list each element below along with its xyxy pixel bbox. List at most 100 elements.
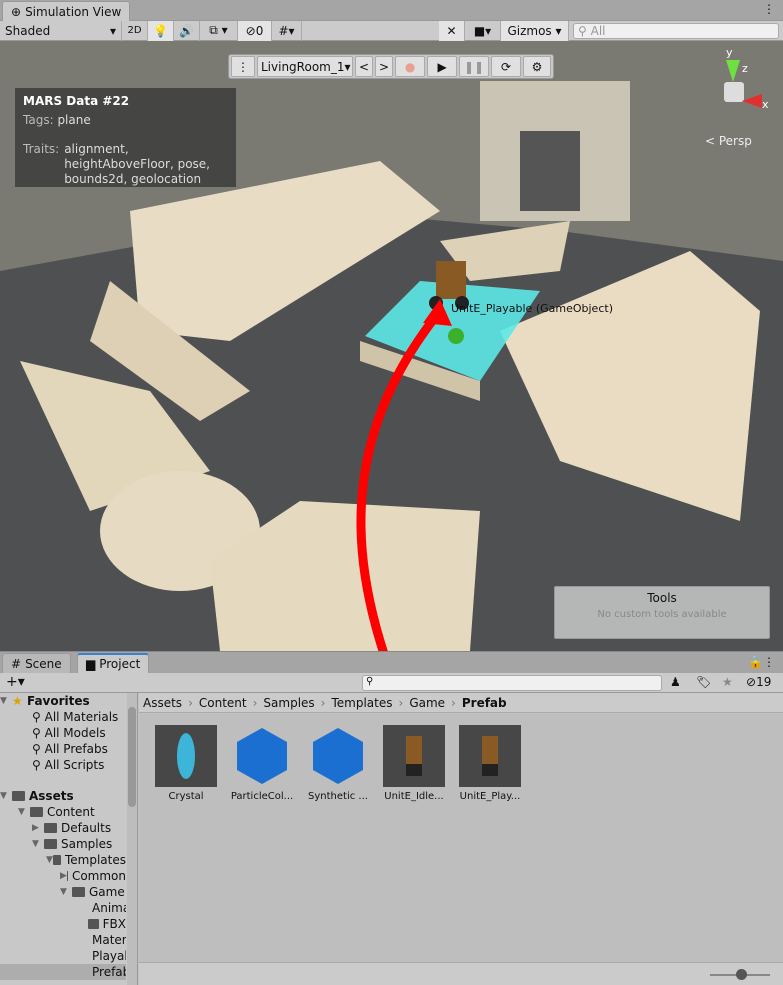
- asset-item[interactable]: UnitE_Play...: [452, 725, 528, 802]
- crystal-thumbnail: [155, 725, 217, 787]
- asset-item[interactable]: Synthetic ...: [300, 725, 376, 802]
- project-toolbar: +▾ ⚲ ♟ 🏷 ★ ⊘19: [0, 673, 783, 693]
- shading-mode-dropdown[interactable]: Shaded ▾: [0, 20, 122, 41]
- breadcrumb-item[interactable]: Assets: [143, 696, 182, 710]
- breadcrumb-item[interactable]: Prefab: [462, 696, 507, 710]
- tree-item[interactable]: Playables: [0, 948, 126, 964]
- slider-handle[interactable]: [736, 969, 747, 980]
- orientation-gizmo[interactable]: y z x: [700, 46, 770, 126]
- scene-search-input[interactable]: ⚲ All: [573, 22, 779, 39]
- folder-icon: [12, 791, 25, 801]
- folder-open-icon: [88, 919, 99, 929]
- overlay-menu-icon[interactable]: ⋮: [231, 56, 255, 77]
- audio-toggle-icon[interactable]: 🔊: [174, 20, 200, 41]
- search-icon: ⚲: [32, 742, 45, 756]
- tree-scrollbar[interactable]: [127, 693, 137, 985]
- search-icon: ⚲: [32, 758, 45, 772]
- pause-button[interactable]: ❚❚: [459, 56, 490, 77]
- hidden-packages-toggle[interactable]: ⊘19: [746, 675, 771, 689]
- tab-project[interactable]: ▆ Project: [77, 653, 150, 673]
- robot-thumbnail: [459, 725, 521, 787]
- previous-environment-button[interactable]: <: [354, 56, 374, 77]
- asset-item[interactable]: Crystal: [148, 725, 224, 802]
- star-icon: ★: [12, 694, 23, 708]
- more-menu-icon[interactable]: ⋮: [763, 2, 775, 16]
- effects-dropdown-icon[interactable]: ⧉ ▾: [200, 20, 238, 41]
- tree-item[interactable]: Materials: [0, 932, 126, 948]
- search-icon: ⚲: [366, 676, 374, 687]
- eye-slash-icon: ⊘: [245, 23, 256, 38]
- asset-grid: Crystal ParticleCol... Synthetic ... Uni…: [139, 714, 783, 962]
- grid-dropdown-icon[interactable]: #▾: [272, 20, 302, 41]
- next-environment-button[interactable]: >: [375, 56, 394, 77]
- search-icon: ⚲: [32, 726, 45, 740]
- search-icon: ⚲: [578, 23, 591, 38]
- tools-icon[interactable]: ✕: [439, 20, 465, 41]
- hidden-objects-toggle[interactable]: ⊘ 0: [238, 20, 272, 41]
- folder-icon: ▆: [86, 657, 96, 671]
- favorite-item[interactable]: ⚲ All Prefabs: [0, 741, 126, 757]
- 2d-toggle[interactable]: 2D: [122, 20, 148, 41]
- tree-item[interactable]: ▶ Common: [0, 868, 126, 884]
- environment-dropdown[interactable]: LivingRoom_1 ▾: [257, 56, 353, 77]
- favorite-item[interactable]: ⚲ All Scripts: [0, 757, 126, 773]
- tree-item[interactable]: ▼ Samples: [0, 836, 126, 852]
- camera-dropdown-icon[interactable]: ■▾: [465, 20, 501, 41]
- filter-label-icon[interactable]: 🏷: [696, 675, 711, 689]
- folder-open-icon: [72, 887, 85, 897]
- tree-item[interactable]: ▼ Game: [0, 884, 126, 900]
- breadcrumb: Assets › Content › Samples › Templates › Gam…: [139, 693, 783, 713]
- play-button[interactable]: ▶: [427, 56, 458, 77]
- favorite-star-icon[interactable]: ★: [722, 675, 733, 689]
- asset-item[interactable]: UnitE_Idle...: [376, 725, 452, 802]
- gizmos-dropdown[interactable]: Gizmos ▾: [501, 20, 569, 41]
- prefab-cube-icon: [231, 725, 293, 787]
- breadcrumb-item[interactable]: Samples: [263, 696, 314, 710]
- folder-open-icon: [53, 855, 61, 865]
- folder-open-icon: [44, 839, 57, 849]
- mars-data-panel: MARS Data #22 Tags: plane Traits: alignme…: [15, 88, 236, 187]
- prefab-cube-icon: [307, 725, 369, 787]
- lighting-toggle-icon[interactable]: 💡: [148, 20, 174, 41]
- simulation-controls-overlay: ⋮ LivingRoom_1 ▾ < > ● ▶ ❚❚ ⟳ ⚙: [228, 54, 554, 79]
- asset-item[interactable]: ParticleCol...: [224, 725, 300, 802]
- tree-item-selected[interactable]: Prefab: [0, 964, 126, 980]
- favorite-item[interactable]: ⚲ All Models: [0, 725, 126, 741]
- folder-icon: [66, 871, 68, 881]
- breadcrumb-item[interactable]: Templates: [331, 696, 392, 710]
- tree-item[interactable]: ▼ Content: [0, 804, 126, 820]
- favorite-item[interactable]: ⚲ All Materials: [0, 709, 126, 725]
- tree-item[interactable]: ▶ Defaults: [0, 820, 126, 836]
- scene-toolbar: Shaded ▾ 2D 💡 🔊 ⧉ ▾ ⊘ 0 #▾ ✕ ■▾ Gizmos ▾ ⚲…: [0, 20, 783, 41]
- grid-hash-icon: #: [11, 656, 22, 671]
- tools-panel: Tools No custom tools available: [554, 586, 770, 639]
- projection-label[interactable]: < Persp: [705, 134, 752, 148]
- robot-thumbnail: [383, 725, 445, 787]
- breadcrumb-item[interactable]: Game: [409, 696, 445, 710]
- eye-slash-icon: ⊘: [746, 675, 757, 689]
- drag-target-label: UnitE_Playable (GameObject): [451, 302, 613, 315]
- tree-item-assets[interactable]: ▼ Assets: [0, 788, 126, 804]
- project-footer: [139, 962, 783, 985]
- lock-icon[interactable]: 🔒⋮: [748, 655, 775, 669]
- breadcrumb-item[interactable]: Content: [199, 696, 247, 710]
- tab-scene[interactable]: # Scene: [2, 653, 71, 673]
- tree-item[interactable]: FBX: [0, 916, 126, 932]
- favorites-header[interactable]: ▼ ★ Favorites: [0, 693, 126, 709]
- folder-icon: [44, 823, 57, 833]
- project-search-input[interactable]: ⚲: [362, 675, 662, 691]
- window-tab-bar: ⊕ Simulation View ⋮: [0, 0, 783, 21]
- create-plus-dropdown[interactable]: +▾: [6, 674, 25, 690]
- tree-item[interactable]: Animations: [0, 900, 126, 916]
- search-icon: ⚲: [32, 710, 45, 724]
- settings-gear-icon[interactable]: ⚙: [523, 56, 551, 77]
- folder-open-icon: [30, 807, 43, 817]
- reset-icon[interactable]: ⟳: [491, 56, 522, 77]
- record-button[interactable]: ●: [395, 56, 426, 77]
- project-tree-panel: ▼ ★ Favorites ⚲ All Materials ⚲ All Model…: [0, 693, 138, 985]
- bottom-tab-bar: # Scene ▆ Project 🔒⋮: [0, 651, 783, 673]
- filter-type-icon[interactable]: ♟: [670, 675, 681, 689]
- tree-item[interactable]: ▼ Templates: [0, 852, 126, 868]
- tab-simulation-view[interactable]: ⊕ Simulation View: [2, 1, 131, 21]
- globe-icon: ⊕: [11, 4, 22, 19]
